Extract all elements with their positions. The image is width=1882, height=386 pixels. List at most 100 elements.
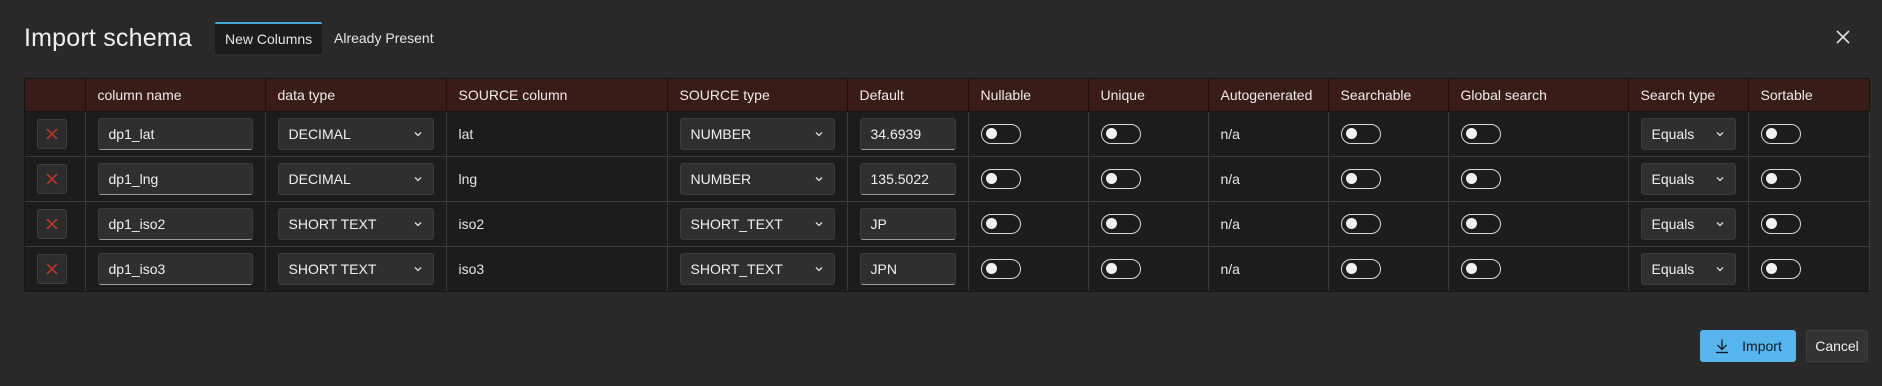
- toggle-knob: [1765, 218, 1777, 229]
- search-type-select[interactable]: Equals: [1640, 163, 1736, 195]
- table-header-row: column name data type SOURCE column SOUR…: [25, 79, 1870, 112]
- column-name-cell: dp1_iso2: [85, 201, 266, 247]
- searchable-toggle[interactable]: [1340, 169, 1381, 189]
- sortable-toggle[interactable]: [1760, 259, 1801, 279]
- delete-cell: [25, 111, 86, 157]
- data-type-select[interactable]: SHORT TEXT: [277, 253, 434, 285]
- data-type-cell: DECIMAL: [265, 111, 447, 157]
- searchable-cell: [1328, 111, 1449, 157]
- unique-toggle[interactable]: [1100, 124, 1141, 144]
- header-cell-searchable: Searchable: [1328, 79, 1449, 112]
- source-type-cell: NUMBER: [667, 111, 848, 157]
- default-input[interactable]: 135.5022: [859, 163, 956, 195]
- close-button[interactable]: [1832, 26, 1854, 48]
- delete-cell: [25, 201, 86, 247]
- column-name-cell: dp1_lng: [85, 156, 266, 202]
- sortable-toggle[interactable]: [1760, 214, 1801, 234]
- header-cell-delete: [25, 79, 86, 112]
- delete-row-button[interactable]: [37, 119, 67, 149]
- autogenerated-cell: n/a: [1208, 246, 1329, 291]
- autogenerated-cell: n/a: [1208, 156, 1329, 202]
- data-type-cell: SHORT TEXT: [265, 201, 447, 247]
- table-row: dp1_iso3 SHORT TEXT iso3 SHORT_TEXT JPN …: [25, 246, 1870, 291]
- import-button[interactable]: Import: [1700, 330, 1796, 362]
- autogenerated-cell: n/a: [1208, 111, 1329, 157]
- default-input[interactable]: JPN: [859, 253, 956, 285]
- source-column-cell: iso3: [446, 246, 668, 291]
- toggle-knob: [985, 263, 997, 274]
- search-type-value: Equals: [1651, 261, 1695, 277]
- search-type-value: Equals: [1651, 126, 1695, 142]
- global-search-cell: [1448, 246, 1629, 291]
- default-cell: 135.5022: [847, 156, 969, 202]
- column-name-input[interactable]: dp1_iso3: [97, 253, 253, 285]
- column-name-input[interactable]: dp1_iso2: [97, 208, 253, 240]
- column-name-input[interactable]: dp1_lng: [97, 163, 253, 195]
- sortable-cell: [1748, 201, 1870, 247]
- sortable-toggle[interactable]: [1760, 169, 1801, 189]
- header-cell-source-column: SOURCE column: [446, 79, 668, 112]
- global-search-cell: [1448, 201, 1629, 247]
- tab-new-columns[interactable]: New Columns: [215, 22, 323, 54]
- dialog-header: Import schema New Columns Already Presen…: [0, 0, 1882, 78]
- delete-row-button[interactable]: [37, 209, 67, 239]
- delete-row-button[interactable]: [37, 164, 67, 194]
- delete-row-button[interactable]: [37, 254, 67, 284]
- toggle-knob: [1105, 173, 1117, 184]
- toggle-knob: [1465, 128, 1477, 139]
- nullable-cell: [968, 111, 1089, 157]
- global-search-toggle[interactable]: [1460, 169, 1501, 189]
- nullable-toggle[interactable]: [980, 259, 1021, 279]
- chevron-down-icon: [414, 222, 421, 227]
- toggle-knob: [985, 218, 997, 229]
- nullable-toggle[interactable]: [980, 124, 1021, 144]
- header-cell-default: Default: [847, 79, 969, 112]
- unique-cell: [1088, 246, 1209, 291]
- source-type-select[interactable]: NUMBER: [679, 118, 835, 150]
- toggle-knob: [1345, 218, 1357, 229]
- nullable-toggle[interactable]: [980, 169, 1021, 189]
- unique-toggle[interactable]: [1100, 214, 1141, 234]
- unique-toggle[interactable]: [1100, 259, 1141, 279]
- cancel-button[interactable]: Cancel: [1806, 330, 1868, 362]
- data-type-value: DECIMAL: [288, 126, 351, 142]
- toggle-knob: [985, 128, 997, 139]
- global-search-toggle[interactable]: [1460, 214, 1501, 234]
- data-type-select[interactable]: DECIMAL: [277, 163, 434, 195]
- data-type-cell: DECIMAL: [265, 156, 447, 202]
- x-icon: [46, 218, 58, 230]
- global-search-toggle[interactable]: [1460, 124, 1501, 144]
- source-type-select[interactable]: SHORT_TEXT: [679, 208, 835, 240]
- data-type-select[interactable]: DECIMAL: [277, 118, 434, 150]
- sortable-cell: [1748, 156, 1870, 202]
- table-row: dp1_lat DECIMAL lat NUMBER 34.6939 n/a E…: [25, 111, 1870, 157]
- search-type-select[interactable]: Equals: [1640, 208, 1736, 240]
- default-input[interactable]: 34.6939: [859, 118, 956, 150]
- column-name-input[interactable]: dp1_lat: [97, 118, 253, 150]
- unique-toggle[interactable]: [1100, 169, 1141, 189]
- default-cell: JPN: [847, 246, 969, 291]
- global-search-toggle[interactable]: [1460, 259, 1501, 279]
- source-type-select[interactable]: SHORT_TEXT: [679, 253, 835, 285]
- data-type-select[interactable]: SHORT TEXT: [277, 208, 434, 240]
- chevron-down-icon: [815, 177, 822, 182]
- source-type-select[interactable]: NUMBER: [679, 163, 835, 195]
- sortable-toggle[interactable]: [1760, 124, 1801, 144]
- default-input[interactable]: JP: [859, 208, 956, 240]
- header-cell-nullable: Nullable: [968, 79, 1089, 112]
- tab-already-present[interactable]: Already Present: [324, 22, 444, 54]
- searchable-toggle[interactable]: [1340, 259, 1381, 279]
- searchable-toggle[interactable]: [1340, 124, 1381, 144]
- chevron-down-icon: [414, 177, 421, 182]
- searchable-toggle[interactable]: [1340, 214, 1381, 234]
- search-type-value: Equals: [1651, 216, 1695, 232]
- x-icon: [46, 263, 58, 275]
- sortable-cell: [1748, 246, 1870, 291]
- search-type-select[interactable]: Equals: [1640, 118, 1736, 150]
- header-cell-autogenerated: Autogenerated: [1208, 79, 1329, 112]
- toggle-knob: [1465, 218, 1477, 229]
- header-cell-column-name: column name: [85, 79, 266, 112]
- toggle-knob: [1345, 263, 1357, 274]
- search-type-select[interactable]: Equals: [1640, 253, 1736, 285]
- nullable-toggle[interactable]: [980, 214, 1021, 234]
